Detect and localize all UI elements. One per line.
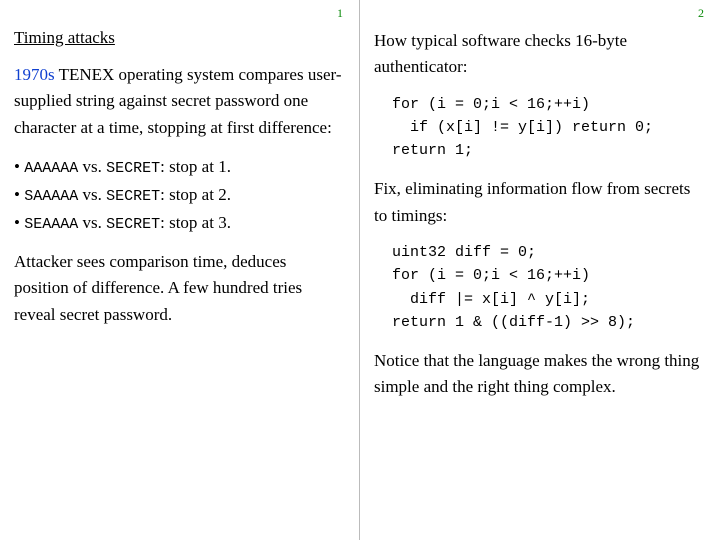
list-item: • AAAAAA vs. SECRET: stop at 1. — [14, 153, 343, 181]
bullet-mid: vs. — [78, 185, 106, 204]
bullet-marker: • — [14, 157, 24, 176]
bullet-marker: • — [14, 185, 24, 204]
list-item: • SAAAAA vs. SECRET: stop at 2. — [14, 181, 343, 209]
bullet-secret: SECRET — [106, 216, 160, 233]
bullet-secret: SECRET — [106, 188, 160, 205]
left-para-1-text: TENEX operating system compares user-sup… — [14, 65, 341, 137]
right-para-1: How typical software checks 16-byte auth… — [374, 28, 704, 81]
year-link[interactable]: 1970s — [14, 65, 55, 84]
page-number-left: 1 — [337, 6, 343, 21]
slide-pair: 1 Timing attacks 1970s TENEX operating s… — [0, 0, 720, 540]
code-block-fixed: uint32 diff = 0; for (i = 0;i < 16;++i) … — [392, 241, 704, 334]
page-number-right: 2 — [698, 6, 704, 21]
bullet-list: • AAAAAA vs. SECRET: stop at 1. • SAAAAA… — [14, 153, 343, 237]
left-para-1: 1970s TENEX operating system compares us… — [14, 62, 343, 141]
left-para-2: Attacker sees comparison time, deduces p… — [14, 249, 343, 328]
right-column: 2 How typical software checks 16-byte au… — [360, 0, 720, 540]
left-title: Timing attacks — [14, 28, 343, 48]
bullet-mid: vs. — [78, 157, 106, 176]
left-column: 1 Timing attacks 1970s TENEX operating s… — [0, 0, 360, 540]
list-item: • SEAAAA vs. SECRET: stop at 3. — [14, 209, 343, 237]
code-block-vulnerable: for (i = 0;i < 16;++i) if (x[i] != y[i])… — [392, 93, 704, 163]
bullet-mid: vs. — [78, 213, 106, 232]
bullet-code: SAAAAA — [24, 188, 78, 205]
bullet-secret: SECRET — [106, 160, 160, 177]
bullet-marker: • — [14, 213, 24, 232]
bullet-code: AAAAAA — [24, 160, 78, 177]
bullet-post: : stop at 3. — [160, 213, 231, 232]
right-para-2: Fix, eliminating information flow from s… — [374, 176, 704, 229]
bullet-post: : stop at 2. — [160, 185, 231, 204]
right-para-3: Notice that the language makes the wrong… — [374, 348, 704, 401]
bullet-code: SEAAAA — [24, 216, 78, 233]
bullet-post: : stop at 1. — [160, 157, 231, 176]
